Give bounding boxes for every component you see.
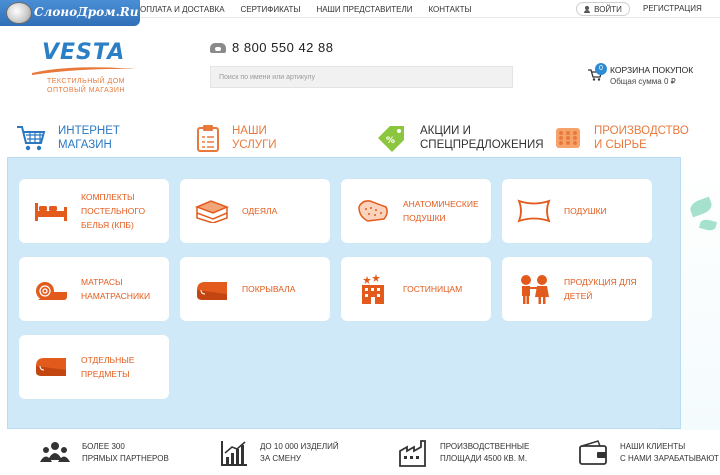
menu-tile-bedding-sets[interactable]: КОМПЛЕКТЫ ПОСТЕЛЬНОГО БЕЛЬЯ (КПБ)	[19, 179, 169, 243]
leaf-decoration	[698, 218, 718, 232]
phone-icon	[210, 42, 226, 53]
cart-icon	[17, 126, 46, 151]
logo-swoosh-icon	[32, 67, 136, 75]
stat-production-area: ПРОИЗВОДСТВЕННЫЕ ПЛОЩАДИ 4500 КВ. М.	[398, 436, 529, 470]
fabric-icon	[556, 128, 580, 148]
tile-label: КОМПЛЕКТЫ ПОСТЕЛЬНОГО БЕЛЬЯ (КПБ)	[81, 192, 146, 230]
tile-label: ГОСТИНИЦАМ	[403, 284, 463, 294]
leaf-decoration	[688, 196, 714, 218]
menu-tile-children[interactable]: ПРОДУКЦИЯ ДЛЯ ДЕТЕЙ	[502, 257, 652, 321]
blanket-icon	[194, 194, 230, 228]
logo-subtitle-1: ТЕКСТИЛЬНЫЙ ДОМ	[46, 78, 125, 85]
top-nav: ОПЛАТА И ДОСТАВКА СЕРТИФИКАТЫ НАШИ ПРЕДС…	[140, 0, 488, 18]
category-promotions[interactable]: % АКЦИИ И СПЕЦПРЕДЛОЖЕНИЯ	[376, 118, 544, 158]
category-label: НАШИ УСЛУГИ	[232, 125, 277, 151]
nav-payment-delivery[interactable]: ОПЛАТА И ДОСТАВКА	[140, 5, 225, 14]
nav-certificates[interactable]: СЕРТИФИКАТЫ	[241, 5, 301, 14]
watermark-text: СлоноДром.Ru	[34, 5, 139, 19]
login-button[interactable]: ВОЙТИ	[576, 2, 630, 16]
menu-tile-separate-items[interactable]: ОТДЕЛЬНЫЕ ПРЕДМЕТЫ	[19, 335, 169, 399]
stat-production-volume: ДО 10 000 ИЗДЕЛИЙ ЗА СМЕНУ	[220, 436, 339, 470]
category-online-store[interactable]: ИНТЕРНЕТ МАГАЗИН	[16, 118, 120, 158]
category-label: АКЦИИ И СПЕЦПРЕДЛОЖЕНИЯ	[420, 125, 544, 151]
watermark-logo: СлоноДром.Ru	[0, 0, 140, 26]
category-production[interactable]: ПРОИЗВОДСТВО И СЫРЬЕ	[554, 118, 689, 158]
tile-label: ПОДУШКИ	[564, 206, 607, 216]
tile-label: ПРОДУКЦИЯ ДЛЯ ДЕТЕЙ	[564, 277, 637, 301]
register-link[interactable]: РЕГИСТРАЦИЯ	[643, 4, 702, 13]
tile-label: АНАТОМИЧЕСКИЕ ПОДУШКИ	[403, 199, 479, 223]
stat-partners: БОЛЕЕ 300 ПРЯМЫХ ПАРТНЕРОВ	[40, 436, 169, 470]
stat-label: ПРОИЗВОДСТВЕННЫЕ ПЛОЩАДИ 4500 КВ. М.	[440, 442, 530, 463]
bed-icon	[33, 194, 69, 228]
svg-text:%: %	[386, 136, 395, 146]
tile-label: МАТРАСЫ НАМАТРАСНИКИ	[81, 277, 151, 301]
logo-word: VESTA	[42, 40, 126, 65]
logo-subtitle-2: ОПТОВЫЙ МАГАЗИН	[47, 87, 125, 94]
menu-tile-mattresses[interactable]: МАТРАСЫ НАМАТРАСНИКИ	[19, 257, 169, 321]
menu-tile-blankets[interactable]: ОДЕЯЛА	[180, 179, 330, 243]
growth-chart-icon	[221, 441, 247, 466]
user-icon	[584, 5, 591, 13]
bedspread-icon	[194, 272, 230, 306]
stats-bar: БОЛЕЕ 300 ПРЯМЫХ ПАРТНЕРОВ ДО 10 000 ИЗД…	[0, 430, 720, 475]
catalog-dropdown: КОМПЛЕКТЫ ПОСТЕЛЬНОГО БЕЛЬЯ (КПБ) ОДЕЯЛА…	[7, 157, 681, 429]
login-label: ВОЙТИ	[594, 4, 622, 14]
children-icon	[516, 272, 552, 306]
pillow-icon	[516, 194, 552, 228]
factory-icon	[399, 440, 426, 467]
site-logo[interactable]: VESTA ТЕКСТИЛЬНЫЙ ДОМ ОПТОВЫЙ МАГАЗИН	[30, 40, 140, 102]
discount-tag-icon: %	[378, 126, 404, 152]
cart-total: Общая сумма 0 ₽	[610, 77, 676, 86]
menu-tile-pillows[interactable]: ПОДУШКИ	[502, 179, 652, 243]
tile-label: ОДЕЯЛА	[242, 206, 278, 216]
wallet-icon	[579, 440, 607, 465]
separate-items-icon	[33, 350, 69, 384]
elephant-icon	[6, 2, 32, 24]
search-input[interactable]	[210, 66, 513, 88]
stat-label: БОЛЕЕ 300 ПРЯМЫХ ПАРТНЕРОВ	[82, 442, 169, 463]
cart-widget[interactable]: 0 КОРЗИНА ПОКУПОК Общая сумма 0 ₽	[586, 63, 706, 89]
hotel-icon	[355, 272, 391, 306]
category-label: ИНТЕРНЕТ МАГАЗИН	[58, 125, 120, 151]
nav-contacts[interactable]: КОНТАКТЫ	[428, 5, 471, 14]
category-label: ПРОИЗВОДСТВО И СЫРЬЕ	[594, 125, 689, 151]
category-services[interactable]: НАШИ УСЛУГИ	[196, 118, 277, 158]
clipboard-icon	[197, 125, 219, 152]
phone-number[interactable]: 8 800 550 42 88	[210, 40, 333, 55]
partners-icon	[40, 442, 70, 462]
mattress-roll-icon	[33, 272, 69, 306]
tile-label: ОТДЕЛЬНЫЕ ПРЕДМЕТЫ	[81, 355, 135, 379]
tile-label: ПОКРЫВАЛА	[242, 284, 296, 294]
phone-text: 8 800 550 42 88	[232, 40, 334, 55]
menu-tile-bedspreads[interactable]: ПОКРЫВАЛА	[180, 257, 330, 321]
stat-label: ДО 10 000 ИЗДЕЛИЙ ЗА СМЕНУ	[260, 442, 339, 463]
cart-count-badge: 0	[595, 63, 607, 75]
stat-clients-earn: НАШИ КЛИЕНТЫ С НАМИ ЗАРАБАТЫВАЮТ	[578, 436, 719, 470]
menu-tile-anatomical-pillows[interactable]: АНАТОМИЧЕСКИЕ ПОДУШКИ	[341, 179, 491, 243]
page: ОПЛАТА И ДОСТАВКА СЕРТИФИКАТЫ НАШИ ПРЕДС…	[0, 0, 720, 475]
menu-tile-hotels[interactable]: ГОСТИНИЦАМ	[341, 257, 491, 321]
cart-title: КОРЗИНА ПОКУПОК	[610, 65, 694, 75]
anatomical-pillow-icon	[355, 194, 391, 228]
category-bar: ИНТЕРНЕТ МАГАЗИН НАШИ УСЛУГИ % АКЦИИ И С…	[0, 118, 720, 158]
stat-label: НАШИ КЛИЕНТЫ С НАМИ ЗАРАБАТЫВАЮТ	[620, 442, 719, 463]
nav-representatives[interactable]: НАШИ ПРЕДСТАВИТЕЛИ	[316, 5, 412, 14]
